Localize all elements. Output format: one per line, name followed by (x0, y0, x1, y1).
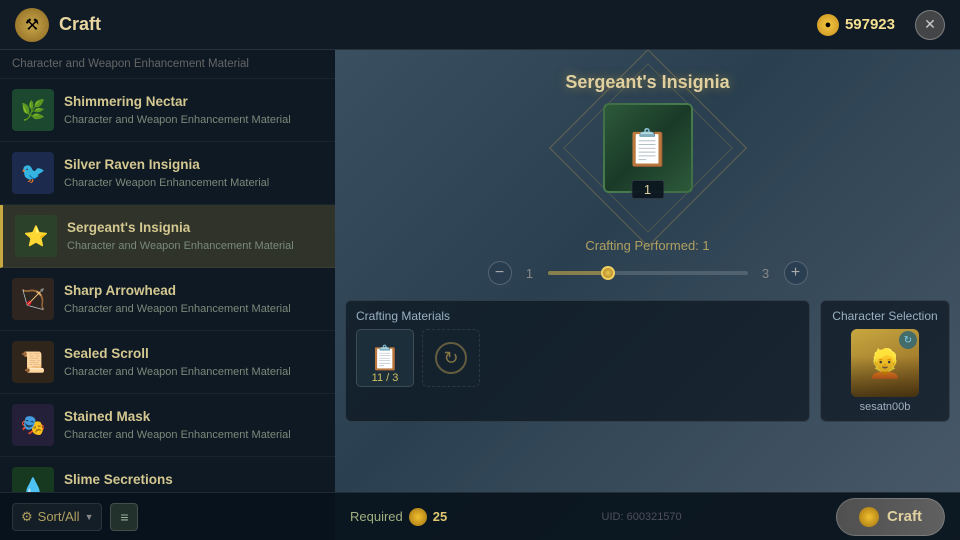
app-logo: ⚒ (15, 8, 49, 42)
slider-track[interactable] (548, 271, 748, 275)
filter-icon: ⚙ (21, 509, 33, 525)
slider-thumb[interactable] (601, 266, 615, 280)
top-bar: ⚒ Craft ● 597923 ✕ (0, 0, 960, 50)
list-item-name: Shimmering Nectar (64, 93, 291, 111)
list-item-text: Sergeant's Insignia Character and Weapon… (67, 219, 294, 253)
slider-fill (548, 271, 608, 275)
required-text: Required (350, 509, 403, 524)
list-item-name: Silver Raven Insignia (64, 156, 269, 174)
slider-increase-button[interactable]: + (784, 261, 808, 285)
list-item-icon: 🏹 (12, 278, 54, 320)
item-display-area: 📋 1 (593, 93, 703, 203)
required-cost: Required 25 (350, 508, 447, 526)
required-coin-icon (409, 508, 427, 526)
character-refresh-icon[interactable]: ↻ (899, 331, 917, 349)
list-item-name: Slime Secretions (64, 471, 291, 489)
list-item-text: Stained Mask Character and Weapon Enhanc… (64, 408, 291, 442)
list-item-icon: 🐦 (12, 152, 54, 194)
sidebar-item-shimmering-nectar[interactable]: 🌿 Shimmering Nectar Character and Weapon… (0, 79, 335, 142)
sidebar-item-silver-raven-insignia[interactable]: 🐦 Silver Raven Insignia Character Weapon… (0, 142, 335, 205)
list-item-text: Sealed Scroll Character and Weapon Enhan… (64, 345, 291, 379)
slider-min-value: 1 (522, 266, 538, 281)
list-item-name: Sealed Scroll (64, 345, 291, 363)
material-icon-0: 📋 (370, 344, 400, 373)
sidebar-list: Character and Weapon Enhancement Materia… (0, 50, 335, 492)
list-item-text: Shimmering Nectar Character and Weapon E… (64, 93, 291, 127)
crafting-materials-box: Crafting Materials 📋 11 / 3 ↻ (345, 300, 810, 422)
sidebar-item-sergeants-insignia[interactable]: ⭐ Sergeant's Insignia Character and Weap… (0, 205, 335, 268)
list-item-name: Sergeant's Insignia (67, 219, 294, 237)
slider-max-value: 3 (758, 266, 774, 281)
material-slot-add[interactable]: ↻ (422, 329, 480, 387)
add-material-icon: ↻ (435, 342, 467, 374)
list-item-sub: Character and Weapon Enhancement Materia… (64, 302, 291, 316)
sort-label: Sort/All (38, 509, 80, 524)
list-item-sub: Character and Weapon Enhancement Materia… (67, 239, 294, 253)
close-button[interactable]: ✕ (915, 10, 945, 40)
list-item-icon: 🌿 (12, 89, 54, 131)
sidebar-bottom: ⚙ Sort/All ▼ ≡ (0, 492, 335, 540)
list-item-sub: Character Weapon Enhancement Material (64, 176, 269, 190)
list-item-sub: Character and Weapon Enhancement Materia… (64, 428, 291, 442)
truncated-item: Character and Weapon Enhancement Materia… (0, 50, 335, 79)
sort-button[interactable]: ⚙ Sort/All ▼ (12, 503, 102, 531)
required-amount: 25 (433, 509, 447, 524)
craft-button-coin-icon (859, 507, 879, 527)
sidebar-item-slime-secretions[interactable]: 💧 Slime Secretions Character and Weapon … (0, 457, 335, 492)
material-count-0: 11 / 3 (357, 372, 413, 384)
chevron-down-icon: ▼ (85, 512, 94, 522)
list-item-name: Sharp Arrowhead (64, 282, 291, 300)
list-item-text: Silver Raven Insignia Character Weapon E… (64, 156, 269, 190)
list-item-name: Stained Mask (64, 408, 291, 426)
item-count-badge: 1 (631, 180, 664, 199)
list-item-icon: 🎭 (12, 404, 54, 446)
craft-button-label: Craft (887, 508, 922, 525)
list-item-icon: 📜 (12, 341, 54, 383)
item-frame: 📋 1 (593, 93, 703, 203)
list-item-icon: 💧 (12, 467, 54, 492)
currency-amount: 597923 (845, 16, 895, 33)
bottom-section: Crafting Materials 📋 11 / 3 ↻ Character … (345, 300, 950, 422)
sidebar-item-sharp-arrowhead[interactable]: 🏹 Sharp Arrowhead Character and Weapon E… (0, 268, 335, 331)
sidebar: Character and Weapon Enhancement Materia… (0, 50, 335, 540)
item-icon: 📋 (625, 127, 670, 169)
crafting-materials-label: Crafting Materials (356, 309, 799, 323)
uid-text: UID: 600321570 (602, 511, 682, 523)
item-card: 📋 1 (603, 103, 693, 193)
list-item-text: Slime Secretions Character and Weapon En… (64, 471, 291, 492)
main-layout: Character and Weapon Enhancement Materia… (0, 50, 960, 540)
list-item-sub: Character and Weapon Enhancement Materia… (64, 491, 291, 492)
craft-button[interactable]: Craft (836, 498, 945, 536)
character-avatar[interactable]: 👱 ↻ (851, 329, 919, 397)
right-panel: Sergeant's Insignia 📋 1 Crafting Perform… (335, 50, 960, 540)
sidebar-icon-button[interactable]: ≡ (110, 503, 138, 531)
material-slot-0: 📋 11 / 3 (356, 329, 414, 387)
footer-bar: Required 25 UID: 600321570 Craft (335, 492, 960, 540)
avatar-overlay (851, 356, 919, 397)
character-selection-label: Character Selection (832, 309, 937, 323)
sidebar-items-container: 🌿 Shimmering Nectar Character and Weapon… (0, 79, 335, 492)
currency-display: ● 597923 (817, 14, 895, 36)
sidebar-item-stained-mask[interactable]: 🎭 Stained Mask Character and Weapon Enha… (0, 394, 335, 457)
list-item-text: Sharp Arrowhead Character and Weapon Enh… (64, 282, 291, 316)
materials-row: 📋 11 / 3 ↻ (356, 329, 799, 387)
list-item-icon: ⭐ (15, 215, 57, 257)
sidebar-item-sealed-scroll[interactable]: 📜 Sealed Scroll Character and Weapon Enh… (0, 331, 335, 394)
slider-area: − 1 3 + (488, 261, 808, 285)
app-title: Craft (59, 14, 817, 35)
list-item-sub: Character and Weapon Enhancement Materia… (64, 365, 291, 379)
list-item-sub: Character and Weapon Enhancement Materia… (64, 113, 291, 127)
slider-decrease-button[interactable]: − (488, 261, 512, 285)
coin-icon: ● (817, 14, 839, 36)
character-name: sesatn00b (860, 401, 911, 413)
character-selection-box: Character Selection 👱 ↻ sesatn00b (820, 300, 950, 422)
crafting-info: Crafting Performed: 1 (585, 238, 709, 253)
